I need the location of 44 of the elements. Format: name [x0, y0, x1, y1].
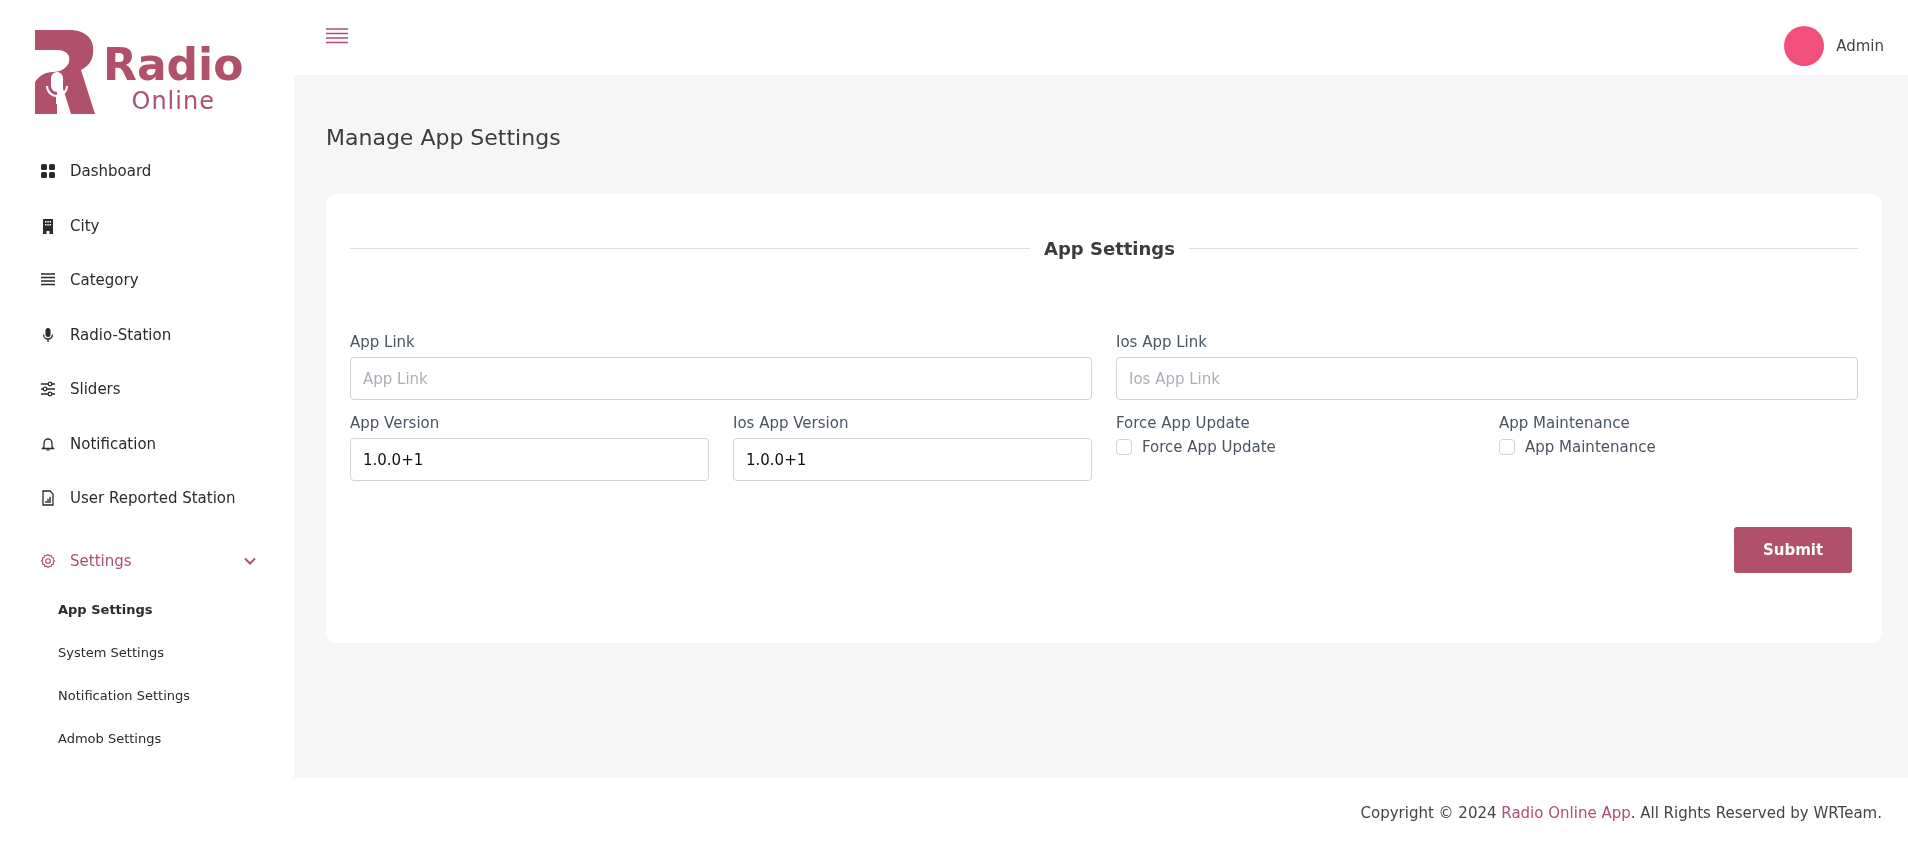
sidebar-item[interactable]: Category: [0, 253, 294, 308]
sidebar-item[interactable]: Sliders: [0, 362, 294, 417]
building-icon: [40, 217, 56, 234]
sidebar-item[interactable]: Radio-Station: [0, 307, 294, 362]
input-field[interactable]: 1.0.0+1: [350, 438, 709, 481]
submit-button[interactable]: Submit: [1734, 527, 1852, 573]
field-label: Ios App Link: [1116, 333, 1208, 351]
field-label: Ios App Version: [733, 414, 850, 432]
gear-icon: [40, 552, 56, 569]
logo-subtitle: Online: [131, 88, 215, 114]
sidebar-subitem[interactable]: Notification Settings: [0, 674, 294, 717]
microphone-icon: [40, 326, 56, 343]
field-label: App Maintenance: [1499, 414, 1631, 432]
sidebar-item[interactable]: Settings: [0, 533, 294, 588]
sidebar-subitem[interactable]: App Settings: [0, 588, 294, 631]
sidebar-item[interactable]: Notification: [0, 416, 294, 471]
avatar[interactable]: [1784, 25, 1825, 66]
checkbox-label[interactable]: App Maintenance: [1525, 438, 1656, 456]
input-field[interactable]: 1.0.0+1: [733, 438, 1092, 481]
sidebar-item[interactable]: User Reported Station: [0, 471, 294, 526]
checkbox[interactable]: [1116, 439, 1132, 455]
logo-title: Radio: [103, 42, 244, 88]
microphone-r-logo-icon: [35, 30, 95, 114]
sidebar-subitem[interactable]: Admob Settings: [0, 717, 294, 760]
menu-icon[interactable]: [326, 27, 348, 44]
user-name[interactable]: Admin: [1836, 36, 1884, 55]
field-label: App Version: [350, 414, 441, 432]
checkbox-label[interactable]: Force App Update: [1142, 438, 1276, 456]
section-title: App Settings: [1044, 238, 1175, 259]
checkbox[interactable]: [1499, 439, 1515, 455]
bell-icon: [40, 435, 56, 452]
input-field[interactable]: Ios App Link: [1116, 357, 1858, 400]
page-title: Manage App Settings: [326, 125, 562, 150]
grid-icon: [40, 163, 56, 180]
sidebar-subitem[interactable]: System Settings: [0, 631, 294, 674]
copyright-text: Copyright © 2024 Radio Online App. All Rights Reserved by WRTeam.: [1360, 804, 1882, 822]
input-field[interactable]: App Link: [350, 357, 1092, 400]
sidebar-item[interactable]: Dashboard: [0, 144, 294, 199]
report-file-icon: [40, 490, 56, 507]
app-link[interactable]: Radio Online App: [1501, 804, 1631, 822]
field-label: App Link: [350, 333, 416, 351]
sidebar-item[interactable]: City: [0, 198, 294, 253]
field-label: Force App Update: [1116, 414, 1251, 432]
sliders-icon: [40, 381, 56, 398]
